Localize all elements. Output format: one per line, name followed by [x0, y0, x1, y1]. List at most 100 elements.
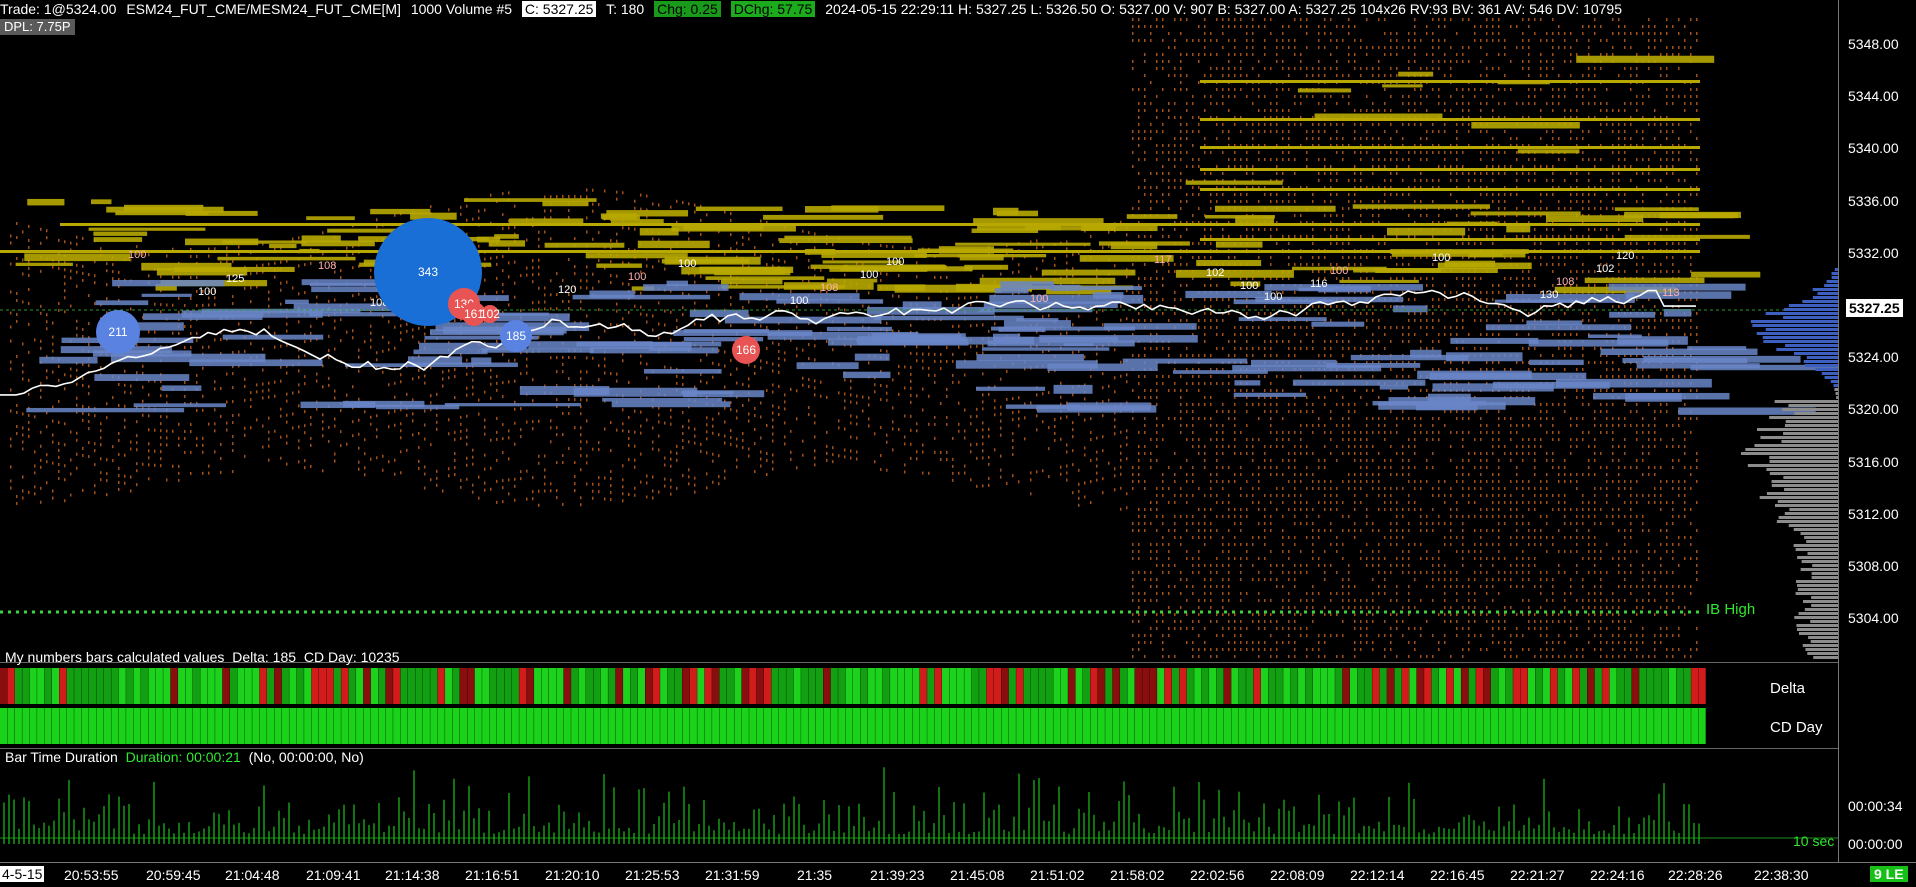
heat-dot	[1402, 179, 1404, 182]
heat-dot	[244, 349, 246, 353]
heat-dot	[1396, 326, 1398, 329]
heat-dot	[1192, 445, 1194, 448]
heat-dot	[196, 408, 198, 412]
heat-dot	[1330, 67, 1332, 70]
heat-dot	[1378, 340, 1380, 343]
heat-dot	[1384, 256, 1386, 259]
heat-dot	[1210, 228, 1212, 231]
price-chart[interactable]: 1001001251081001201001001001081001001001…	[0, 18, 1838, 662]
heat-dot	[490, 382, 492, 386]
heat-dot	[556, 195, 558, 199]
heat-dot	[1324, 67, 1326, 70]
heat-dot	[1186, 18, 1188, 21]
heat-dot	[1294, 39, 1296, 42]
heat-dot	[1342, 375, 1344, 378]
heat-dot	[400, 450, 402, 454]
heat-dot	[1378, 417, 1380, 420]
heat-dot	[1216, 557, 1218, 560]
heat-dot	[1252, 228, 1254, 231]
heat-dot	[1312, 235, 1314, 238]
heat-dot	[1342, 305, 1344, 308]
heat-dot	[1366, 67, 1368, 70]
heat-dot	[1396, 263, 1398, 266]
heat-dot	[982, 351, 984, 355]
heat-dot	[1366, 473, 1368, 476]
heat-dot	[718, 412, 720, 416]
heat-dot	[1342, 137, 1344, 140]
heat-dot	[1336, 102, 1338, 105]
heat-dot	[1168, 634, 1170, 637]
heat-dot	[1246, 410, 1248, 413]
heat-dot	[280, 407, 282, 411]
heat-dot	[1258, 95, 1260, 98]
heat-dot	[652, 265, 654, 269]
heat-dot	[664, 463, 666, 467]
heat-dot	[718, 482, 720, 486]
heat-dot	[1270, 102, 1272, 105]
heat-dot	[1180, 487, 1182, 490]
heat-dot	[730, 324, 732, 328]
heat-dot	[142, 413, 144, 417]
heat-dot	[472, 490, 474, 494]
heat-dot	[1342, 403, 1344, 406]
heat-dot	[1324, 228, 1326, 231]
heat-dot	[1162, 641, 1164, 644]
heat-dot	[214, 247, 216, 251]
heat-dot	[1156, 424, 1158, 427]
heat-dot	[856, 457, 858, 461]
heat-dot	[1288, 403, 1290, 406]
heat-dot	[1378, 473, 1380, 476]
heat-dot	[610, 260, 612, 264]
heat-dot	[1312, 648, 1314, 651]
heat-dot	[1186, 193, 1188, 196]
heat-dot	[1366, 606, 1368, 609]
heat-dot	[286, 413, 288, 417]
heat-dot	[1270, 123, 1272, 126]
heat-dot	[1252, 165, 1254, 168]
heat-dot	[1318, 655, 1320, 658]
heat-dot	[1210, 53, 1212, 56]
heat-dot	[364, 466, 366, 470]
heat-dot	[1330, 347, 1332, 350]
heat-dot	[676, 381, 678, 385]
heat-dot	[1246, 347, 1248, 350]
heat-dot	[22, 363, 24, 367]
heat-dot	[406, 392, 408, 396]
heat-dot	[1204, 396, 1206, 399]
heat-dot	[1402, 368, 1404, 371]
heat-dot	[202, 394, 204, 398]
heat-dot	[1390, 109, 1392, 112]
heat-dot	[166, 394, 168, 398]
heat-dot	[1138, 480, 1140, 483]
heat-dot	[934, 359, 936, 363]
heat-dot	[496, 458, 498, 462]
heat-dot	[1222, 543, 1224, 546]
heat-dot	[934, 436, 936, 440]
heat-dot	[1258, 438, 1260, 441]
heat-dot	[1288, 494, 1290, 497]
heat-dot	[1300, 473, 1302, 476]
heat-dot	[1228, 592, 1230, 595]
heat-dot	[1336, 193, 1338, 196]
heat-dot	[1174, 494, 1176, 497]
heat-dot	[214, 380, 216, 384]
heat-dot	[1180, 536, 1182, 539]
heat-dot	[1360, 445, 1362, 448]
heat-dot	[676, 325, 678, 329]
heat-dot	[1318, 123, 1320, 126]
heat-dot	[1312, 585, 1314, 588]
heat-dot	[1360, 151, 1362, 154]
heat-dot	[760, 359, 762, 363]
heat-dot	[1222, 480, 1224, 483]
heat-dot	[1294, 620, 1296, 623]
heat-dot	[1234, 536, 1236, 539]
heat-dot	[1360, 480, 1362, 483]
heat-dot	[1288, 256, 1290, 259]
heat-dot	[1192, 522, 1194, 525]
heat-dot	[466, 372, 468, 376]
heat-dot	[922, 443, 924, 447]
heat-dot	[544, 482, 546, 486]
heat-dot	[58, 308, 60, 312]
heat-dot	[1264, 459, 1266, 462]
heat-dot	[892, 420, 894, 424]
